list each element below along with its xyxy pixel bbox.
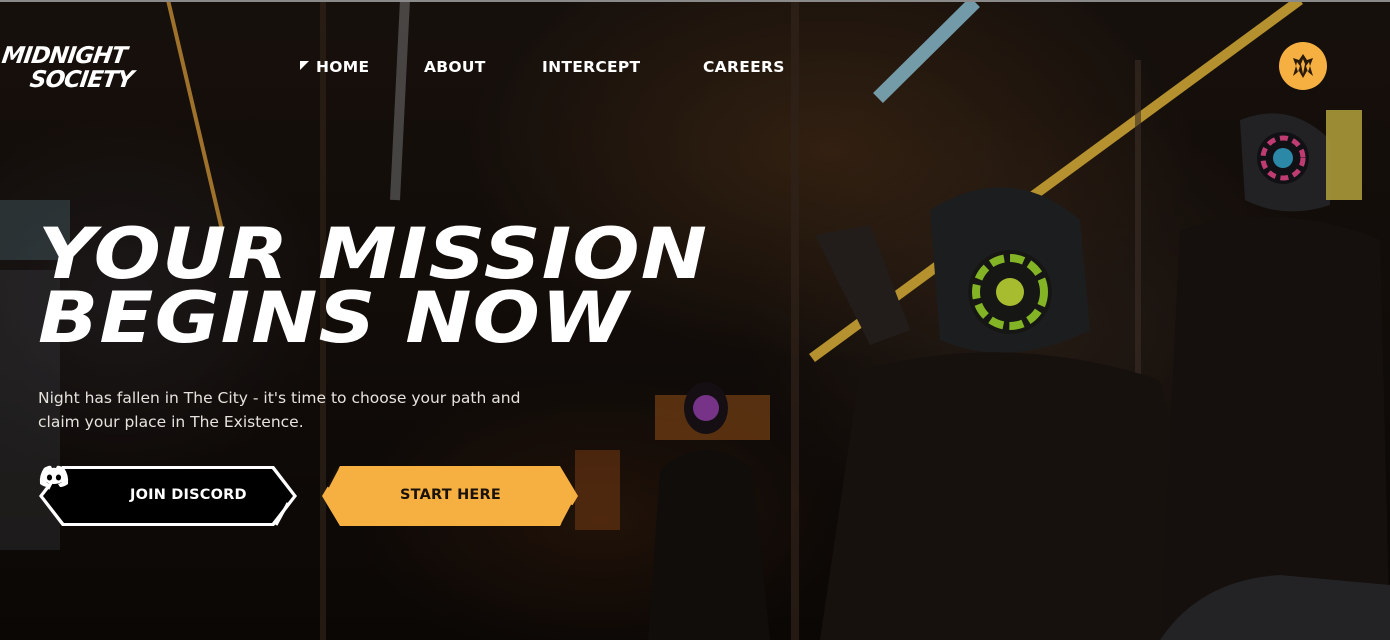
nav-item-about[interactable]: ABOUT bbox=[424, 58, 486, 76]
hero-subtitle-line-1: Night has fallen in The City - it's time… bbox=[38, 389, 521, 407]
logo-line-2: SOCIETY bbox=[28, 67, 135, 93]
join-discord-label: JOIN DISCORD bbox=[130, 487, 247, 503]
start-here-button[interactable]: START HERE bbox=[320, 465, 580, 527]
hero-headline-line-2: BEGINS NOW bbox=[38, 277, 630, 359]
start-here-label: START HERE bbox=[400, 487, 501, 503]
society-emblem-icon bbox=[1293, 54, 1313, 78]
hero-headline: YOUR MISSION BEGINS NOW bbox=[38, 219, 708, 359]
join-discord-button[interactable]: JOIN DISCORD bbox=[38, 465, 298, 527]
nav-item-home[interactable]: HOME bbox=[316, 58, 369, 76]
top-border bbox=[0, 0, 1390, 2]
nav-item-intercept[interactable]: INTERCEPT bbox=[542, 58, 640, 76]
hero-subtitle-line-2: claim your place in The Existence. bbox=[38, 413, 304, 431]
society-emblem-button[interactable] bbox=[1279, 42, 1327, 90]
logo-line-1: MIDNIGHT bbox=[0, 43, 128, 69]
discord-icon bbox=[39, 465, 69, 487]
active-nav-marker-icon bbox=[300, 61, 309, 70]
midnight-society-logo[interactable]: MIDNIGHT SOCIETY bbox=[0, 43, 158, 96]
hero-subtitle: Night has fallen in The City - it's time… bbox=[38, 386, 638, 434]
nav-item-careers[interactable]: CAREERS bbox=[703, 58, 785, 76]
